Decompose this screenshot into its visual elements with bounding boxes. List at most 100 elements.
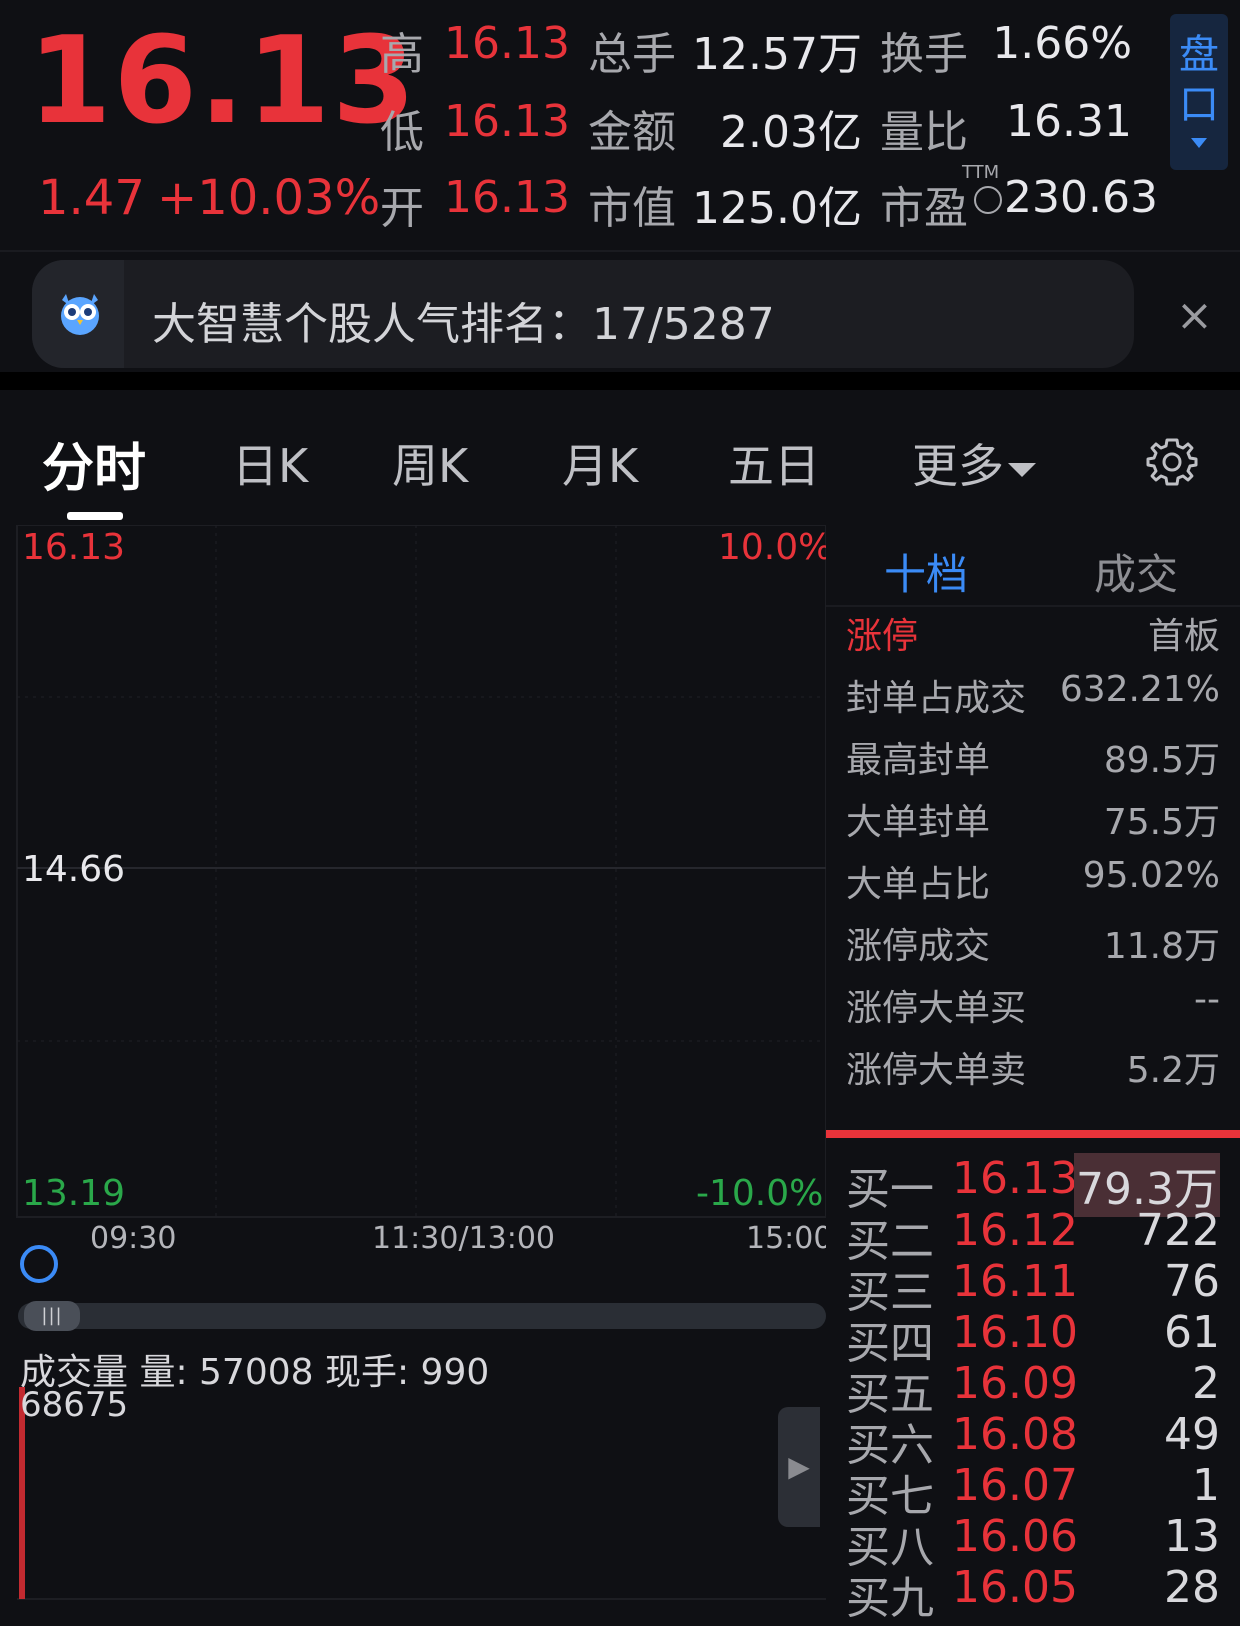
intraday-chart[interactable]: 16.13 10.0% 14.66 13.19 -10.0% 09:30 11:… bbox=[0, 525, 832, 1600]
chevron-down-icon bbox=[1191, 138, 1207, 148]
banner-text: 大智慧个股人气排名：17/5287 bbox=[152, 299, 775, 350]
volume-ratio-label: 量比 bbox=[880, 107, 968, 158]
limit-stat-value: 75.5万 bbox=[1103, 802, 1220, 843]
tab-intraday[interactable]: 分时 bbox=[42, 426, 146, 501]
tab-more[interactable]: 更多 bbox=[912, 430, 1036, 496]
active-tab-indicator bbox=[67, 512, 123, 520]
volume-max-label: 68675 bbox=[20, 1385, 129, 1425]
tab-trades[interactable]: 成交 bbox=[1094, 541, 1178, 602]
bid-price: 16.08 bbox=[952, 1409, 1078, 1460]
bid-price: 16.10 bbox=[952, 1307, 1078, 1358]
open-value: 16.13 bbox=[444, 172, 570, 223]
high-value: 16.13 bbox=[444, 18, 570, 69]
high-label: 高 bbox=[380, 29, 424, 80]
limit-stat-row: 封单占成交 632.21% bbox=[846, 669, 1220, 721]
limit-stat-value: 95.02% bbox=[1082, 855, 1220, 896]
caret-down-icon bbox=[1008, 462, 1036, 477]
bid-volume: 61 bbox=[1164, 1307, 1220, 1358]
turnover-label: 换手 bbox=[880, 29, 968, 80]
volume-value: 12.57万 bbox=[692, 29, 862, 80]
close-icon[interactable]: × bbox=[1176, 290, 1213, 341]
tab-daily-k[interactable]: 日K bbox=[232, 430, 308, 496]
volume-ratio-value: 16.31 bbox=[1006, 96, 1132, 147]
bid-volume: 1 bbox=[1192, 1460, 1220, 1511]
chart-tabs: 分时 日K 周K 月K 五日 更多 bbox=[0, 390, 1240, 522]
bid-row[interactable]: 买六 16.08 49 bbox=[846, 1409, 1220, 1471]
bid-price: 16.05 bbox=[952, 1562, 1078, 1613]
time-start-label: 09:30 bbox=[90, 1221, 177, 1256]
tab-ten-levels[interactable]: 十档 bbox=[884, 541, 968, 602]
bid-row[interactable]: 买七 16.07 1 bbox=[846, 1460, 1220, 1522]
limit-stat-label: 最高封单 bbox=[846, 740, 991, 781]
limit-stat-label: 涨停成交 bbox=[846, 926, 991, 967]
limit-divider bbox=[826, 1130, 1240, 1138]
market-cap-label: 市值 bbox=[588, 183, 676, 234]
tab-five-day[interactable]: 五日 bbox=[728, 430, 820, 496]
limit-stat-label: 大单占比 bbox=[846, 864, 991, 905]
bid-price: 16.07 bbox=[952, 1460, 1078, 1511]
bid-volume: 28 bbox=[1164, 1562, 1220, 1613]
limit-stat-value: 11.8万 bbox=[1103, 926, 1220, 967]
circle-icon[interactable] bbox=[20, 1245, 58, 1283]
gear-icon[interactable] bbox=[1146, 436, 1198, 488]
y-axis-top-label: 16.13 bbox=[22, 527, 126, 568]
bid-row[interactable]: 买三 16.11 76 bbox=[846, 1256, 1220, 1318]
limit-stat-row: 涨停成交 11.8万 bbox=[846, 917, 1220, 969]
bid-row[interactable]: 买一 16.13 79.3万 bbox=[846, 1153, 1220, 1217]
current-price: 16.13 bbox=[28, 12, 418, 151]
pe-value: 230.63 bbox=[1004, 172, 1158, 223]
bid-price: 16.12 bbox=[952, 1205, 1078, 1256]
pankou-toggle-button[interactable]: 盘口 bbox=[1170, 14, 1228, 170]
limit-stat-row: 大单封单 75.5万 bbox=[846, 793, 1220, 845]
bid-row[interactable]: 买五 16.09 2 bbox=[846, 1358, 1220, 1420]
price-change: 1.47 bbox=[38, 170, 145, 226]
limit-stat-row: 涨停大单买 -- bbox=[846, 979, 1220, 1031]
chart-grid bbox=[16, 525, 826, 1600]
info-icon[interactable] bbox=[974, 186, 1002, 214]
market-cap-value: 125.0亿 bbox=[692, 183, 862, 234]
limit-stat-value: 5.2万 bbox=[1126, 1050, 1220, 1091]
bid-volume: 2 bbox=[1192, 1358, 1220, 1409]
chart-scrollbar[interactable]: ||| bbox=[18, 1301, 826, 1331]
bid-volume: 722 bbox=[1136, 1205, 1220, 1256]
limit-stat-row: 大单占比 95.02% bbox=[846, 855, 1220, 907]
time-end-label: 15:00 bbox=[746, 1221, 833, 1256]
bid-price: 16.13 bbox=[952, 1153, 1078, 1204]
low-value: 16.13 bbox=[444, 96, 570, 147]
owl-icon bbox=[61, 294, 99, 335]
bid-row[interactable]: 买九 16.05 28 bbox=[846, 1562, 1220, 1624]
turnover-value: 1.66% bbox=[992, 18, 1132, 69]
pe-ttm-superscript: TTM bbox=[962, 162, 1000, 183]
panel-tabs: 十档 成交 bbox=[826, 525, 1240, 607]
limit-stat-value: 89.5万 bbox=[1103, 740, 1220, 781]
limit-stat-label: 大单封单 bbox=[846, 802, 991, 843]
bid-row[interactable]: 买四 16.10 61 bbox=[846, 1307, 1220, 1369]
bid-volume: 49 bbox=[1164, 1409, 1220, 1460]
amount-label: 金额 bbox=[588, 107, 676, 158]
limit-up-label: 涨停 bbox=[846, 616, 919, 657]
bid-row[interactable]: 买八 16.06 13 bbox=[846, 1511, 1220, 1573]
quote-header: 16.13 1.47 +10.03% 高 16.13 低 16.13 开 16.… bbox=[0, 0, 1240, 250]
limit-stat-value: -- bbox=[1194, 979, 1220, 1020]
limit-stat-row: 涨停大单卖 5.2万 bbox=[846, 1041, 1220, 1093]
banner-icon-container bbox=[32, 260, 124, 368]
bid-volume: 76 bbox=[1164, 1256, 1220, 1307]
tab-weekly-k[interactable]: 周K bbox=[392, 430, 468, 496]
limit-stat-row: 最高封单 89.5万 bbox=[846, 731, 1220, 783]
time-mid-label: 11:30/13:00 bbox=[372, 1221, 556, 1256]
limit-stat-label: 涨停大单卖 bbox=[846, 1050, 1027, 1091]
volume-label: 总手 bbox=[588, 29, 676, 80]
bid-price: 16.06 bbox=[952, 1511, 1078, 1562]
pankou-label: 盘口 bbox=[1179, 32, 1219, 128]
amount-value: 2.03亿 bbox=[720, 107, 862, 158]
low-label: 低 bbox=[380, 107, 424, 158]
limit-stat-label: 封单占成交 bbox=[846, 678, 1027, 719]
expand-handle-icon[interactable]: ▶ bbox=[778, 1407, 820, 1527]
scrollbar-handle[interactable]: ||| bbox=[24, 1301, 80, 1331]
bid-row[interactable]: 买二 16.12 722 bbox=[846, 1205, 1220, 1267]
limit-stat-value: 632.21% bbox=[1059, 669, 1220, 710]
price-change-percent: +10.03% bbox=[157, 170, 381, 226]
tab-monthly-k[interactable]: 月K bbox=[562, 430, 638, 496]
open-label: 开 bbox=[380, 183, 424, 234]
popularity-banner[interactable]: 大智慧个股人气排名：17/5287 bbox=[32, 260, 1134, 368]
